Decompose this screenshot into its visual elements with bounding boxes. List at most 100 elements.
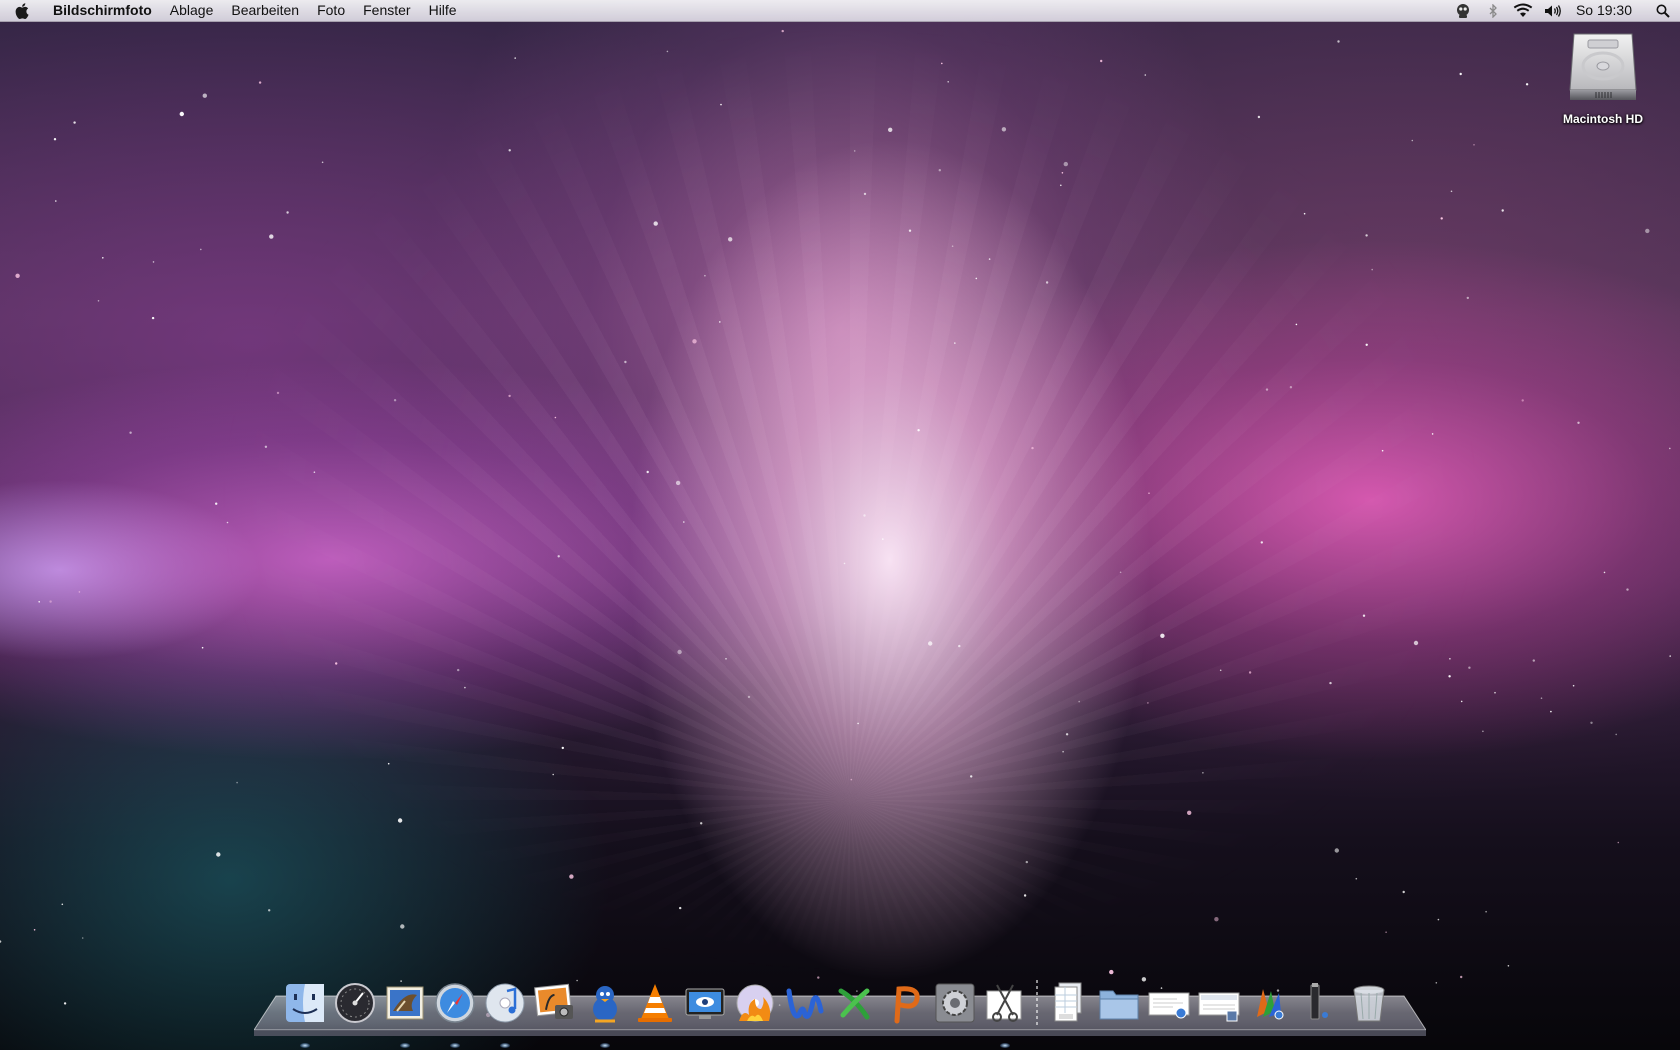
itunes-icon xyxy=(485,983,525,1023)
menu-foto[interactable]: Foto xyxy=(308,0,354,21)
menu-hilfe[interactable]: Hilfe xyxy=(420,0,466,21)
menu-app-name[interactable]: Bildschirmfoto xyxy=(44,0,161,21)
star xyxy=(200,248,202,251)
star xyxy=(1669,655,1671,657)
star xyxy=(508,149,511,152)
star xyxy=(1550,710,1552,713)
spotlight-search-icon xyxy=(1656,4,1670,18)
menu-ablage[interactable]: Ablage xyxy=(161,0,223,21)
starfield xyxy=(0,29,1671,1018)
dock-mail[interactable] xyxy=(382,980,428,1048)
usb-drive-icon xyxy=(1310,983,1328,1020)
menu-bearbeiten[interactable]: Bearbeiten xyxy=(222,0,308,21)
desktop[interactable]: Bildschirmfoto Ablage Bearbeiten Foto Fe… xyxy=(0,0,1680,1050)
star xyxy=(1437,918,1440,921)
dock-separator[interactable] xyxy=(1030,978,1044,1026)
desktop-icon-label: Macintosh HD xyxy=(1562,112,1643,126)
star xyxy=(552,773,554,776)
star xyxy=(747,695,751,699)
star xyxy=(1450,190,1453,193)
star xyxy=(1603,571,1606,574)
star xyxy=(646,470,649,474)
vlc-icon xyxy=(638,984,672,1022)
star xyxy=(49,600,52,603)
dock-stack-office[interactable] xyxy=(1246,980,1292,1026)
dock-stack-downloads[interactable] xyxy=(1196,980,1242,1026)
star xyxy=(1334,848,1340,853)
dock-stack-folder[interactable] xyxy=(1096,980,1142,1026)
star xyxy=(1062,750,1064,753)
star xyxy=(1385,931,1387,933)
dock-iphoto[interactable] xyxy=(532,980,578,1026)
apple-menu[interactable] xyxy=(0,0,44,21)
dock-powerpoint[interactable] xyxy=(882,980,928,1026)
star xyxy=(61,903,64,906)
star xyxy=(152,261,155,263)
star xyxy=(554,416,557,419)
dock-system-preferences[interactable] xyxy=(932,980,978,1026)
dock-excel[interactable] xyxy=(832,980,878,1026)
star xyxy=(151,316,155,320)
star xyxy=(941,62,943,65)
star xyxy=(15,273,20,278)
star xyxy=(1468,666,1471,669)
dock-vlc[interactable] xyxy=(632,980,678,1026)
star xyxy=(882,538,884,540)
dock-stack-usb[interactable] xyxy=(1296,980,1342,1026)
star xyxy=(557,555,560,558)
dashboard-icon xyxy=(335,983,375,1023)
dock-trash[interactable] xyxy=(1346,980,1392,1026)
star xyxy=(1365,234,1368,237)
star xyxy=(1494,691,1496,694)
star xyxy=(400,924,405,929)
star xyxy=(1023,894,1027,897)
star xyxy=(1289,386,1293,389)
star xyxy=(1219,669,1222,672)
desktop-icon-macintosh-hd[interactable]: Macintosh HD xyxy=(1548,30,1658,126)
star xyxy=(1626,588,1629,591)
dock-stack-spreadsheet[interactable] xyxy=(1046,980,1092,1026)
star xyxy=(988,258,991,260)
wifi-menu-extra[interactable] xyxy=(1508,0,1538,21)
star xyxy=(1337,40,1340,43)
star xyxy=(1435,982,1438,984)
star xyxy=(1521,399,1524,402)
excel-icon xyxy=(838,988,870,1020)
star xyxy=(1060,184,1062,187)
dock-finder[interactable] xyxy=(282,980,328,1048)
dock-burn[interactable] xyxy=(732,980,778,1026)
dock-grab[interactable] xyxy=(982,980,1028,1048)
dock-preview-monitor[interactable] xyxy=(682,980,728,1026)
star xyxy=(129,431,132,434)
star xyxy=(1577,421,1580,424)
script-menu-extra[interactable] xyxy=(1448,0,1478,21)
star xyxy=(928,641,933,646)
star xyxy=(1061,172,1064,174)
star xyxy=(725,658,727,660)
star xyxy=(1260,541,1264,544)
star xyxy=(675,480,681,486)
dock-word[interactable] xyxy=(782,980,828,1026)
star xyxy=(1303,212,1306,215)
dock-dashboard[interactable] xyxy=(332,980,378,1026)
dock-safari[interactable] xyxy=(432,980,478,1048)
spotlight-button[interactable] xyxy=(1646,0,1680,21)
volume-menu-extra[interactable] xyxy=(1538,0,1568,21)
menu-clock[interactable]: So 19:30 xyxy=(1568,0,1646,21)
star xyxy=(1031,446,1034,450)
star xyxy=(908,229,912,232)
star xyxy=(1295,323,1298,326)
mail-icon xyxy=(386,986,424,1020)
star xyxy=(215,502,218,505)
dock-itunes[interactable] xyxy=(482,980,528,1048)
menu-fenster[interactable]: Fenster xyxy=(354,0,419,21)
star xyxy=(954,342,956,344)
star xyxy=(1501,209,1504,212)
dock-stack-documents[interactable] xyxy=(1146,980,1192,1026)
safari-icon xyxy=(435,983,475,1023)
dock-adium[interactable] xyxy=(582,980,628,1048)
star xyxy=(947,81,949,83)
star xyxy=(1485,910,1487,913)
downloads-stack-icon xyxy=(1198,992,1240,1022)
bluetooth-menu-extra[interactable] xyxy=(1478,0,1508,21)
